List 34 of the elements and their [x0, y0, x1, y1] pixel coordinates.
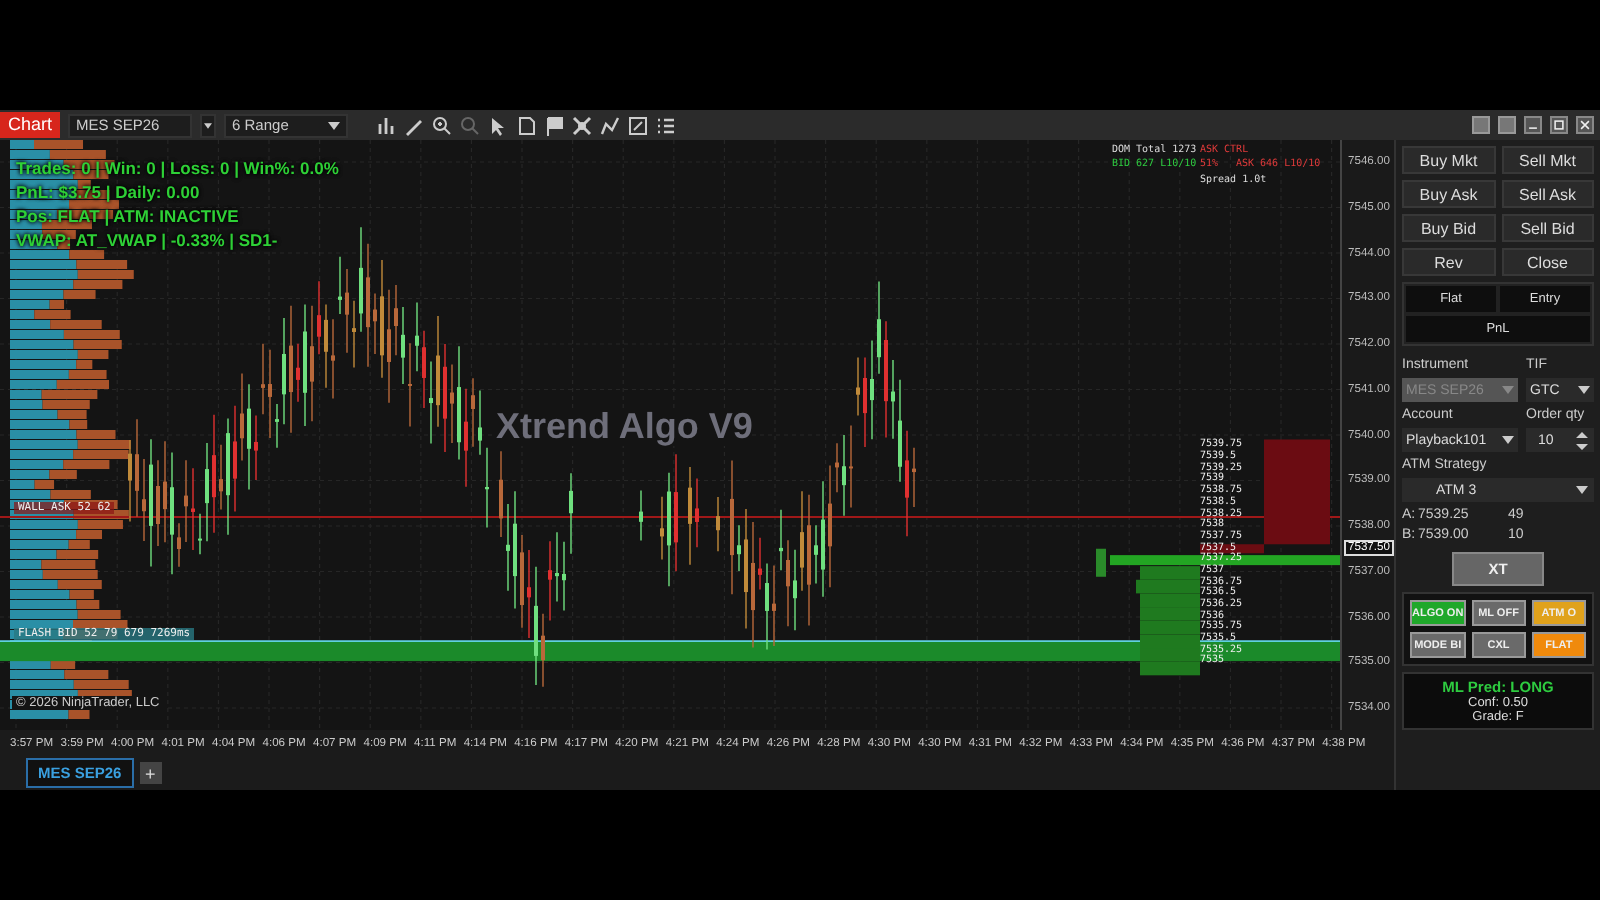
zoom-in-icon[interactable] — [432, 115, 453, 135]
cursor-icon[interactable] — [488, 115, 509, 135]
maximize-button[interactable] — [1550, 116, 1568, 134]
close-button[interactable] — [1576, 116, 1594, 134]
chart-watermark: Xtrend Algo V9 — [496, 408, 753, 446]
minimize-button[interactable] — [1524, 116, 1542, 134]
pencil-icon[interactable] — [404, 115, 425, 135]
bid-depth-drawing — [1096, 548, 1200, 676]
caret-icon — [1502, 436, 1514, 444]
square-icon[interactable] — [628, 115, 649, 135]
caret-icon — [1502, 386, 1514, 394]
caret-icon — [1578, 386, 1590, 394]
add-tab-button[interactable]: + — [139, 762, 162, 784]
order-button[interactable]: Sell Bid — [1501, 214, 1594, 242]
caret-icon — [328, 121, 341, 129]
chart-title: Chart — [0, 112, 61, 138]
order-button[interactable]: Close — [1501, 248, 1594, 276]
line-chart-icon[interactable] — [600, 115, 621, 135]
caret-icon — [204, 121, 213, 129]
spinner-icon[interactable] — [1574, 431, 1590, 449]
caret-icon — [1576, 486, 1588, 494]
order-button[interactable]: Sell Mkt — [1501, 146, 1594, 174]
order-button[interactable]: Buy Ask — [1402, 180, 1495, 208]
flag-icon[interactable] — [544, 115, 565, 135]
order-button[interactable]: Rev — [1402, 248, 1495, 276]
order-button[interactable]: Sell Ask — [1501, 180, 1594, 208]
list-icon[interactable] — [656, 115, 677, 135]
bar-chart-icon[interactable] — [376, 115, 397, 135]
zoom-out-icon[interactable] — [460, 115, 481, 135]
instrument-dropdown-button[interactable] — [200, 113, 217, 137]
ask-depth-drawing — [1200, 439, 1330, 554]
order-button[interactable]: Buy Mkt — [1402, 146, 1495, 174]
order-button[interactable]: Buy Bid — [1402, 214, 1495, 242]
document-icon[interactable] — [516, 115, 537, 135]
